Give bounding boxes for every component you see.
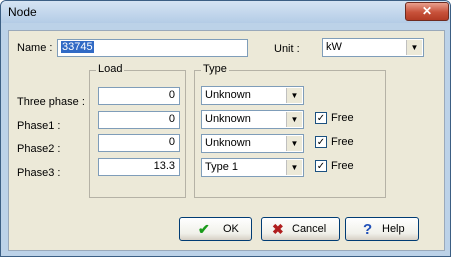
help-button[interactable]: ? Help <box>345 217 419 241</box>
chevron-down-icon[interactable]: ▼ <box>286 88 302 103</box>
node-dialog: Node ✕ Name : 33745 Unit : kW ▼ Load Typ… <box>0 0 451 257</box>
free-label-phase3: Free <box>331 160 354 172</box>
type-value-phase1: Unknown <box>205 113 251 125</box>
chevron-down-icon[interactable]: ▼ <box>286 112 302 127</box>
name-label: Name : <box>17 42 53 54</box>
checkmark-icon: ✓ <box>316 113 326 124</box>
free-checkbox-phase2[interactable]: ✓ <box>315 136 327 148</box>
question-icon: ? <box>363 221 373 238</box>
window-title: Node <box>8 5 37 19</box>
name-input[interactable]: 33745 <box>57 39 248 57</box>
chevron-down-icon[interactable]: ▼ <box>406 40 422 55</box>
free-checkbox-phase3[interactable]: ✓ <box>315 160 327 172</box>
dialog-body: Name : 33745 Unit : kW ▼ Load Type Three… <box>8 30 445 251</box>
chevron-down-icon[interactable]: ▼ <box>286 160 302 175</box>
checkmark-icon: ✔ <box>198 221 210 237</box>
load-input-phase1[interactable]: 0 <box>98 111 180 129</box>
close-icon: ✕ <box>421 4 433 18</box>
load-input-three-phase[interactable]: 0 <box>98 87 180 105</box>
row-label-phase2: Phase2 : <box>17 143 61 155</box>
type-select-phase1[interactable]: Unknown ▼ <box>201 110 304 129</box>
type-value-phase3: Type 1 <box>205 161 239 173</box>
free-checkbox-phase1[interactable]: ✓ <box>315 112 327 124</box>
type-select-phase2[interactable]: Unknown ▼ <box>201 134 304 153</box>
chevron-down-icon[interactable]: ▼ <box>286 136 302 151</box>
type-value-three-phase: Unknown <box>205 89 251 101</box>
free-label-phase2: Free <box>331 136 354 148</box>
unit-label: Unit : <box>274 43 300 55</box>
type-select-three-phase[interactable]: Unknown ▼ <box>201 86 304 105</box>
name-value: 33745 <box>61 41 94 53</box>
title-bar[interactable]: Node ✕ <box>1 1 450 23</box>
cancel-button[interactable]: ✖ Cancel <box>261 217 340 241</box>
unit-value: kW <box>326 41 342 53</box>
row-label-phase1: Phase1 : <box>17 120 61 132</box>
cross-icon: ✖ <box>272 221 284 237</box>
type-select-phase3[interactable]: Type 1 ▼ <box>201 158 304 177</box>
load-group-label: Load <box>96 63 125 75</box>
checkmark-icon: ✓ <box>316 161 326 172</box>
row-label-three-phase: Three phase : <box>17 96 85 108</box>
ok-button[interactable]: ✔ OK <box>179 217 252 241</box>
load-input-phase2[interactable]: 0 <box>98 134 180 152</box>
type-group-label: Type <box>201 63 229 75</box>
unit-select[interactable]: kW ▼ <box>322 38 424 57</box>
load-input-phase3[interactable]: 13.3 <box>98 158 180 176</box>
row-label-phase3: Phase3 : <box>17 167 61 179</box>
checkmark-icon: ✓ <box>316 137 326 148</box>
ok-label: OK <box>223 223 239 235</box>
close-button[interactable]: ✕ <box>405 2 449 21</box>
free-label-phase1: Free <box>331 112 354 124</box>
type-value-phase2: Unknown <box>205 137 251 149</box>
cancel-label: Cancel <box>292 223 327 235</box>
help-label: Help <box>382 223 405 235</box>
